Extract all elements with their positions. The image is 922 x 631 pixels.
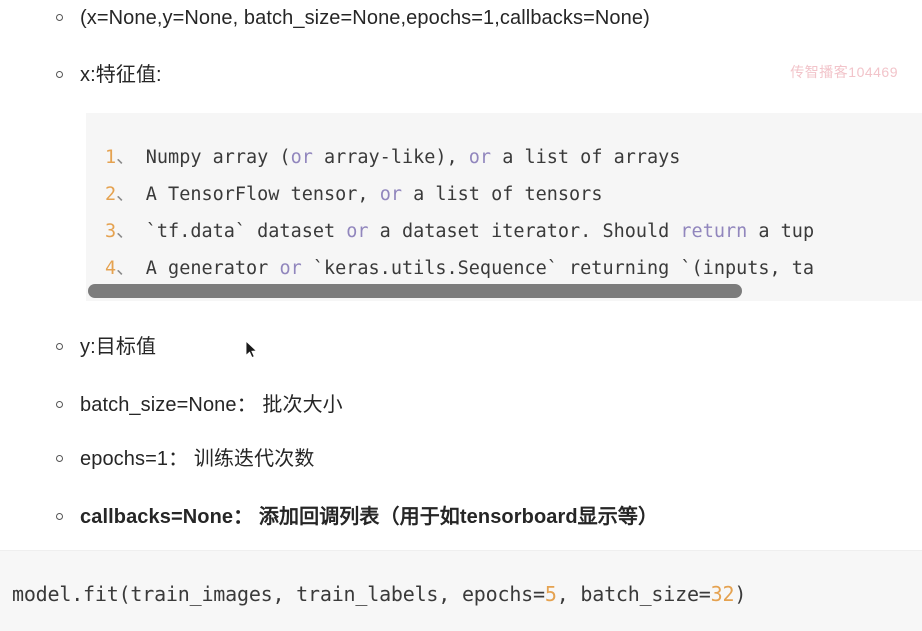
code-token-plain: , batch_size=: [556, 582, 711, 606]
code-line: 4、 A generator or `keras.utils.Sequence`…: [105, 250, 922, 287]
mouse-cursor-icon: [245, 339, 259, 360]
bullet-item-x-param: x:特征值:: [56, 62, 162, 88]
code-token-plain: `keras.utils.Sequence` returning `(input…: [301, 258, 815, 279]
code-list-number: 1: [105, 147, 117, 168]
bullet-label-epochs: epochs=1： 训练迭代次数: [80, 448, 315, 470]
code-token-plain: a list of tensors: [401, 184, 603, 205]
code-list-separator: 、: [116, 258, 146, 279]
bullet-item-epochs: epochs=1： 训练迭代次数: [56, 446, 314, 472]
bullet-item-y-param: y:目标值: [56, 334, 156, 360]
code-list-number: 3: [105, 221, 117, 242]
code-token-plain: array-like),: [312, 147, 469, 168]
code-block-x-types[interactable]: 1、 Numpy array (or array-like), or a lis…: [86, 113, 922, 301]
bullet-item-batch-size: batch_size=None： 批次大小: [56, 392, 343, 418]
code-block-content: 1、 Numpy array (or array-like), or a lis…: [86, 113, 922, 287]
code-list-separator: 、: [116, 221, 146, 242]
code-token-keyword: or: [468, 147, 492, 168]
code-token-plain: a dataset iterator. Should: [368, 221, 681, 242]
code-token-plain: ): [734, 582, 747, 606]
code-list-separator: 、: [116, 184, 146, 205]
code-token-plain: Numpy array (: [145, 147, 291, 168]
code-token-plain: model.fit(train_images, train_labels, ep…: [12, 582, 545, 606]
code-token-keyword: or: [379, 184, 402, 205]
code-token-keyword: return: [680, 221, 748, 242]
bullet-label-y-param: y:目标值: [80, 336, 157, 358]
bullet-circle-icon: [56, 14, 63, 21]
code-list-separator: 、: [116, 147, 146, 168]
code-token-plain: `tf.data` dataset: [145, 221, 347, 242]
bullet-item-callbacks: callbacks=None： 添加回调列表（用于如tensorboard显示等…: [56, 504, 658, 530]
bottom-code-line[interactable]: model.fit(train_images, train_labels, ep…: [12, 581, 746, 607]
code-token-keyword: or: [279, 258, 302, 279]
bullet-circle-icon: [56, 343, 63, 350]
bullet-label-batch-size: batch_size=None： 批次大小: [80, 394, 343, 416]
code-token-plain: a list of arrays: [491, 147, 681, 168]
code-token-plain: A TensorFlow tensor,: [145, 184, 380, 205]
watermark-text: 传智播客104469: [790, 64, 898, 80]
code-token-keyword: or: [346, 221, 369, 242]
bullet-label-x-param: x:特征值:: [80, 64, 162, 86]
bullet-label-signature: (x=None,y=None, batch_size=None,epochs=1…: [80, 7, 650, 29]
bullet-label-callbacks: callbacks=None： 添加回调列表（用于如tensorboard显示等…: [80, 506, 659, 528]
bullet-circle-icon: [56, 513, 63, 520]
code-list-number: 2: [105, 184, 117, 205]
code-token-number: 32: [710, 582, 735, 606]
bottom-code-bar: model.fit(train_images, train_labels, ep…: [0, 550, 922, 631]
code-list-number: 4: [105, 258, 117, 279]
code-token-number: 5: [544, 582, 557, 606]
code-token-keyword: or: [290, 147, 313, 168]
bullet-circle-icon: [56, 71, 63, 78]
code-line: 3、 `tf.data` dataset or a dataset iterat…: [105, 213, 922, 250]
bullet-circle-icon: [56, 455, 63, 462]
bullet-circle-icon: [56, 401, 63, 408]
code-line: 2、 A TensorFlow tensor, or a list of ten…: [105, 176, 922, 213]
slide-page: 传智播客104469 (x=None,y=None, batch_size=No…: [0, 0, 922, 631]
code-token-plain: a tup: [747, 221, 815, 242]
code-block-hscrollbar-thumb[interactable]: [88, 284, 742, 298]
code-token-plain: A generator: [145, 258, 280, 279]
bullet-item-signature: (x=None,y=None, batch_size=None,epochs=1…: [56, 5, 650, 31]
code-line: 1、 Numpy array (or array-like), or a lis…: [105, 139, 922, 176]
